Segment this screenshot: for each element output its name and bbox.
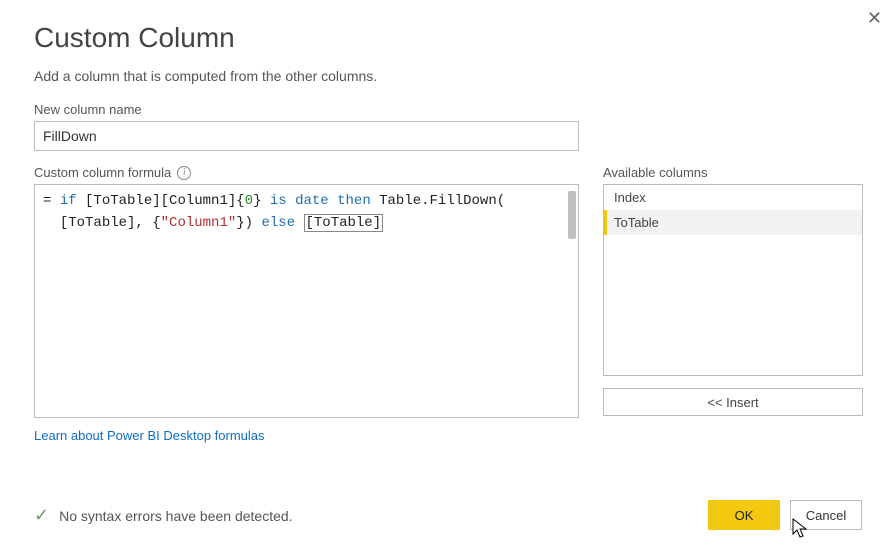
status-bar: ✓ No syntax errors have been detected.: [34, 505, 293, 526]
new-column-name-input[interactable]: [34, 121, 579, 151]
tok-expr2: Table.FillDown(: [371, 193, 505, 209]
tok-expr1b: }: [253, 193, 270, 209]
cancel-button[interactable]: Cancel: [790, 500, 862, 530]
tok-totable: [ToTable]: [304, 214, 384, 232]
learn-formulas-link[interactable]: Learn about Power BI Desktop formulas: [34, 428, 265, 443]
scrollbar-thumb[interactable]: [568, 191, 576, 239]
tok-eq: =: [43, 193, 60, 209]
tok-line2a: [ToTable], {: [60, 215, 161, 231]
available-columns-label: Available columns: [603, 165, 863, 180]
tok-else: else: [261, 215, 295, 231]
tok-zero: 0: [245, 193, 253, 209]
formula-editor[interactable]: = if [ToTable][Column1]{0} is date then …: [34, 184, 579, 418]
tok-sp1: [287, 193, 295, 209]
tok-sp3: [295, 215, 303, 231]
available-columns-list[interactable]: Index ToTable: [603, 184, 863, 376]
new-column-name-label-text: New column name: [34, 102, 142, 117]
dialog-subtitle: Add a column that is computed from the o…: [34, 68, 862, 84]
insert-button[interactable]: << Insert: [603, 388, 863, 416]
tok-sp2: [329, 193, 337, 209]
check-icon: ✓: [34, 505, 49, 526]
available-columns-label-text: Available columns: [603, 165, 708, 180]
tok-expr1a: [ToTable][Column1]{: [77, 193, 245, 209]
status-message: No syntax errors have been detected.: [59, 508, 292, 524]
formula-label: Custom column formula i: [34, 165, 579, 180]
new-column-name-label: New column name: [34, 102, 862, 117]
info-icon[interactable]: i: [177, 166, 191, 180]
tok-then: then: [337, 193, 371, 209]
tok-if: if: [60, 193, 77, 209]
ok-button[interactable]: OK: [708, 500, 780, 530]
list-item[interactable]: Index: [604, 185, 862, 210]
tok-is: is: [270, 193, 287, 209]
tok-line2b: }): [236, 215, 261, 231]
tok-str: "Column1": [161, 215, 237, 231]
close-icon[interactable]: ✕: [867, 8, 882, 29]
formula-label-text: Custom column formula: [34, 165, 171, 180]
dialog-title: Custom Column: [34, 22, 862, 54]
list-item[interactable]: ToTable: [604, 210, 862, 235]
tok-date: date: [295, 193, 329, 209]
